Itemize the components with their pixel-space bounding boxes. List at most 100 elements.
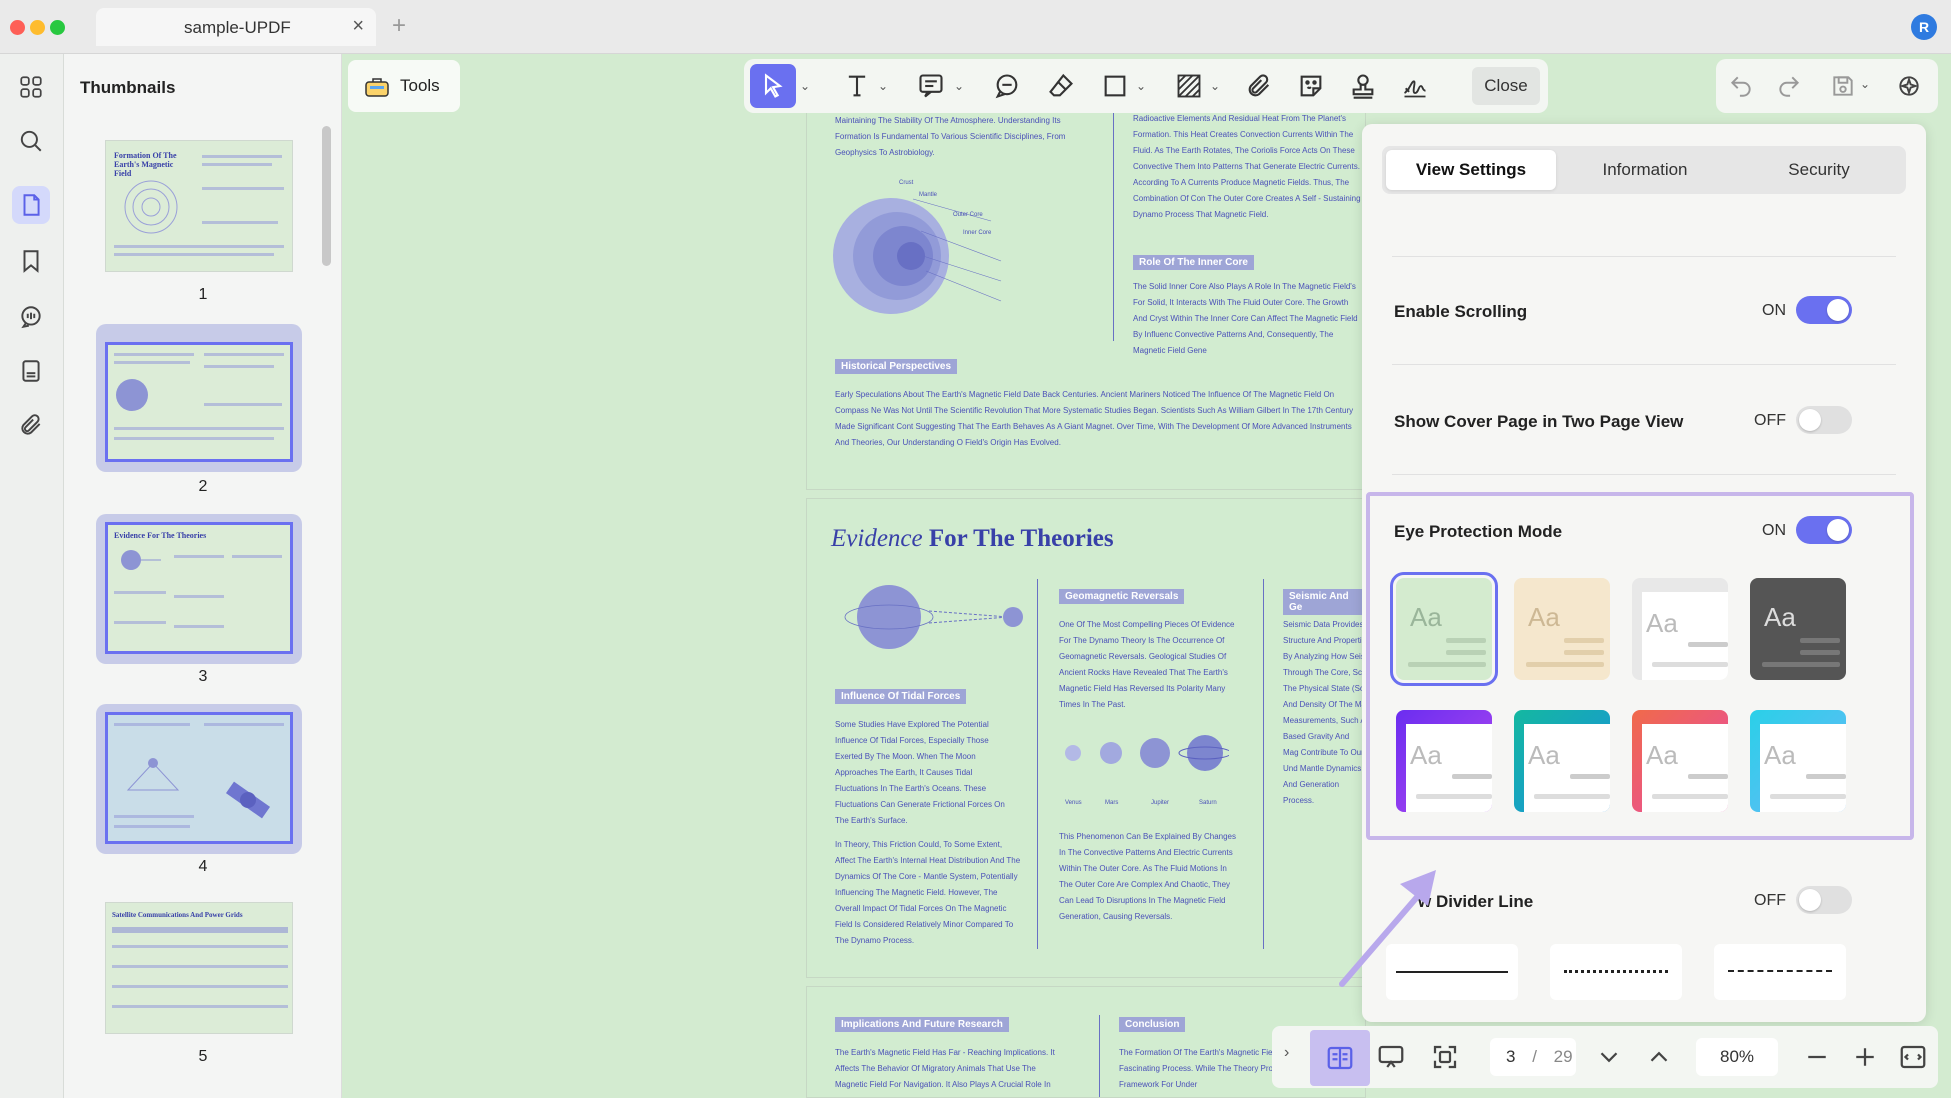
thumbnail-3-title: Evidence For The Theories (114, 531, 207, 540)
divider-line-state: OFF (1754, 892, 1786, 909)
undo-icon[interactable] (1728, 73, 1754, 99)
zoom-out-icon[interactable] (1802, 1042, 1832, 1072)
comment-dropdown-icon[interactable]: ⌄ (954, 79, 964, 93)
thumbnails-title: Thumbnails (80, 78, 176, 97)
theme-swatch-teal[interactable]: Aa (1514, 710, 1610, 812)
swatch-aa: Aa (1764, 740, 1796, 770)
role-inner-core-text: The Solid Inner Core Also Plays A Role I… (1133, 282, 1358, 355)
apps-grid-icon[interactable] (12, 68, 50, 106)
save-dropdown-icon[interactable]: ⌄ (1860, 77, 1870, 91)
tab-title: sample-UPDF (184, 18, 291, 37)
document-tab[interactable]: sample-UPDF × (96, 8, 376, 46)
divider-style-dash-dot[interactable] (1714, 944, 1846, 1000)
two-page-view-icon (1327, 1046, 1353, 1070)
zoom-level[interactable]: 80% (1696, 1038, 1778, 1076)
comment-icon[interactable] (12, 298, 50, 336)
theme-swatch-light-gray[interactable]: Aa (1632, 578, 1728, 680)
enable-scrolling-toggle[interactable] (1796, 296, 1852, 324)
text-dropdown-icon[interactable]: ⌄ (878, 79, 888, 93)
fit-width-icon[interactable] (1898, 1042, 1928, 1072)
attach-tool-icon[interactable] (1244, 71, 1274, 101)
document-page-2: Maintaining The Stability Of The Atmosph… (806, 110, 1366, 490)
area-fill-tool-icon[interactable] (1174, 71, 1204, 101)
theme-swatch-purple[interactable]: Aa (1396, 710, 1492, 812)
theme-swatch-pink[interactable]: Aa (1632, 710, 1728, 812)
eraser-tool-icon[interactable] (1046, 71, 1076, 101)
rectangle-tool-icon[interactable] (1100, 71, 1130, 101)
bottom-toolbar: › 3 / 29 80% (1272, 1026, 1938, 1088)
planet-label-saturn: Saturn (1199, 800, 1217, 806)
pages-icon[interactable] (12, 352, 50, 390)
bookmark-icon[interactable] (12, 242, 50, 280)
search-icon[interactable] (12, 122, 50, 160)
attachment-icon[interactable] (12, 406, 50, 444)
maximize-window-button[interactable] (50, 20, 65, 35)
redo-icon[interactable] (1776, 73, 1802, 99)
settings-tabs: View Settings Information Security (1382, 146, 1906, 194)
tab-view-settings[interactable]: View Settings (1386, 150, 1556, 190)
swatch-aa: Aa (1646, 740, 1678, 770)
evidence-title-rest: For The Theories (928, 525, 1114, 552)
tab-information[interactable]: Information (1560, 150, 1730, 190)
minimize-window-button[interactable] (30, 20, 45, 35)
tools-button[interactable]: Tools (348, 60, 460, 112)
page-layout-button[interactable] (1310, 1030, 1370, 1086)
planets-diagram (1065, 735, 1229, 771)
divider-style-dotted[interactable] (1550, 944, 1682, 1000)
tab-close-icon[interactable]: × (352, 15, 364, 38)
sticker-tool-icon[interactable] (1296, 71, 1326, 101)
thumbnail-1-number: 1 (198, 286, 208, 303)
theme-swatch-cyan[interactable]: Aa (1750, 710, 1846, 812)
thumbnails-icon[interactable] (12, 186, 50, 224)
title-bar: sample-UPDF × + R (0, 0, 1951, 54)
thumbnails-scrollbar[interactable] (322, 126, 331, 266)
previous-page-icon[interactable] (1644, 1042, 1674, 1072)
magnetic-field-diagram (844, 585, 1023, 649)
total-pages: 29 (1553, 1047, 1573, 1066)
close-toolbar-button[interactable]: Close (1472, 67, 1540, 105)
tab-security[interactable]: Security (1734, 150, 1904, 190)
fit-page-icon[interactable] (1430, 1042, 1460, 1072)
view-settings-panel: View Settings Information Security Enabl… (1362, 124, 1926, 1022)
show-cover-toggle[interactable] (1796, 406, 1852, 434)
swatch-aa: Aa (1646, 608, 1678, 638)
tools-label: Tools (400, 76, 440, 95)
select-dropdown-icon[interactable]: ⌄ (800, 79, 810, 93)
eye-protection-toggle[interactable] (1796, 516, 1852, 544)
save-icon[interactable] (1830, 73, 1856, 99)
right-toolbar: ⌄ (1716, 59, 1938, 113)
signature-tool-icon[interactable] (1400, 71, 1430, 101)
document-page-3: Evidence For The Theories Influence Of T… (806, 498, 1366, 978)
avatar[interactable]: R (1911, 14, 1937, 40)
divider-line-toggle[interactable] (1796, 886, 1852, 914)
new-tab-icon[interactable]: + (392, 12, 406, 40)
earth-label-inner-core: Inner Core (963, 230, 992, 236)
geomagnetic-text-2: This Phenomenon Can Be Explained By Chan… (1059, 832, 1236, 921)
next-page-icon[interactable] (1594, 1042, 1624, 1072)
stamp-tool-icon[interactable] (1348, 71, 1378, 101)
comment-tool-icon[interactable] (916, 71, 946, 101)
select-tool-icon[interactable] (750, 64, 796, 108)
historical-text: Early Speculations About The Earth's Mag… (835, 390, 1354, 447)
eye-protection-label: Eye Protection Mode (1394, 522, 1563, 541)
presentation-icon[interactable] (1376, 1042, 1406, 1072)
toolbox-icon (365, 78, 389, 97)
theme-swatch-beige[interactable]: Aa (1514, 578, 1610, 680)
expand-chevron-icon[interactable]: › (1284, 1044, 1289, 1062)
theme-swatch-green[interactable]: Aa (1390, 572, 1498, 686)
close-window-button[interactable] (10, 20, 25, 35)
tidal-forces-text: Some Studies Have Explored The Potential… (835, 720, 1005, 825)
shape-dropdown-icon[interactable]: ⌄ (1136, 79, 1146, 93)
text-tool-icon[interactable] (842, 71, 872, 101)
evidence-title: Evidence For The Theories (831, 525, 1114, 553)
earth-label-mantle: Mantle (919, 192, 938, 198)
show-cover-state: OFF (1754, 412, 1786, 429)
theme-swatch-dark-gray[interactable]: Aa (1750, 578, 1846, 680)
area-dropdown-icon[interactable]: ⌄ (1210, 79, 1220, 93)
page-separator: / (1532, 1047, 1537, 1066)
page-number-field[interactable]: 3 / 29 (1490, 1038, 1576, 1076)
ai-assistant-icon[interactable] (1896, 73, 1922, 99)
role-inner-core-heading: Role Of The Inner Core (1133, 255, 1254, 270)
note-tool-icon[interactable] (992, 71, 1022, 101)
zoom-in-icon[interactable] (1850, 1042, 1880, 1072)
